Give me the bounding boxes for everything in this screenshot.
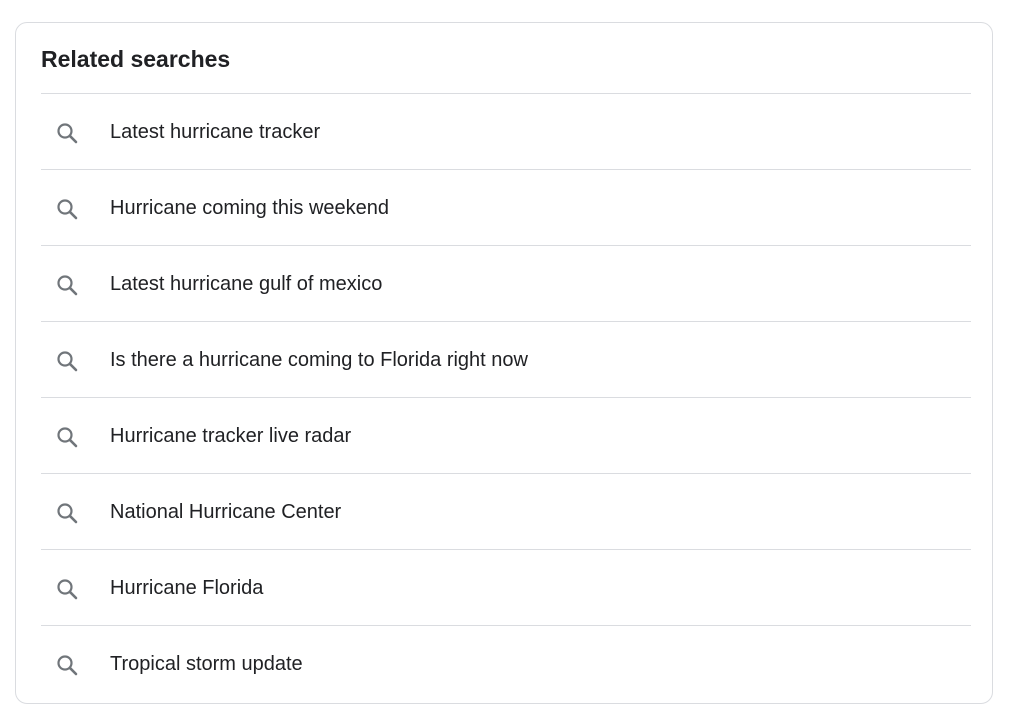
search-icon: [55, 425, 79, 449]
search-icon: [55, 197, 79, 221]
related-search-label: Latest hurricane tracker: [110, 121, 321, 143]
related-searches-list: Latest hurricane tracker Hurricane comin…: [41, 93, 971, 701]
search-icon: [55, 577, 79, 601]
related-search-item[interactable]: Latest hurricane tracker: [41, 93, 971, 169]
search-icon: [55, 121, 79, 145]
search-icon: [55, 273, 79, 297]
related-search-item[interactable]: Hurricane tracker live radar: [41, 397, 971, 473]
related-search-item[interactable]: Latest hurricane gulf of mexico: [41, 245, 971, 321]
related-search-item[interactable]: National Hurricane Center: [41, 473, 971, 549]
related-search-label: Hurricane coming this weekend: [110, 197, 390, 219]
search-icon: [55, 501, 79, 525]
related-search-label: Hurricane Florida: [110, 577, 264, 599]
related-search-label: Is there a hurricane coming to Florida r…: [110, 349, 528, 371]
related-search-item[interactable]: Is there a hurricane coming to Florida r…: [41, 321, 971, 397]
related-searches-title: Related searches: [41, 46, 231, 72]
related-search-label: Latest hurricane gulf of mexico: [110, 273, 383, 295]
search-icon: [55, 349, 79, 373]
search-icon: [55, 653, 79, 677]
related-search-label: National Hurricane Center: [110, 501, 342, 523]
related-search-item[interactable]: Tropical storm update: [41, 625, 971, 701]
related-search-item[interactable]: Hurricane coming this weekend: [41, 169, 971, 245]
related-searches-card: Related searches Latest hurricane tracke…: [15, 22, 993, 704]
related-search-item[interactable]: Hurricane Florida: [41, 549, 971, 625]
related-search-label: Hurricane tracker live radar: [110, 425, 352, 447]
related-search-label: Tropical storm update: [110, 653, 303, 675]
